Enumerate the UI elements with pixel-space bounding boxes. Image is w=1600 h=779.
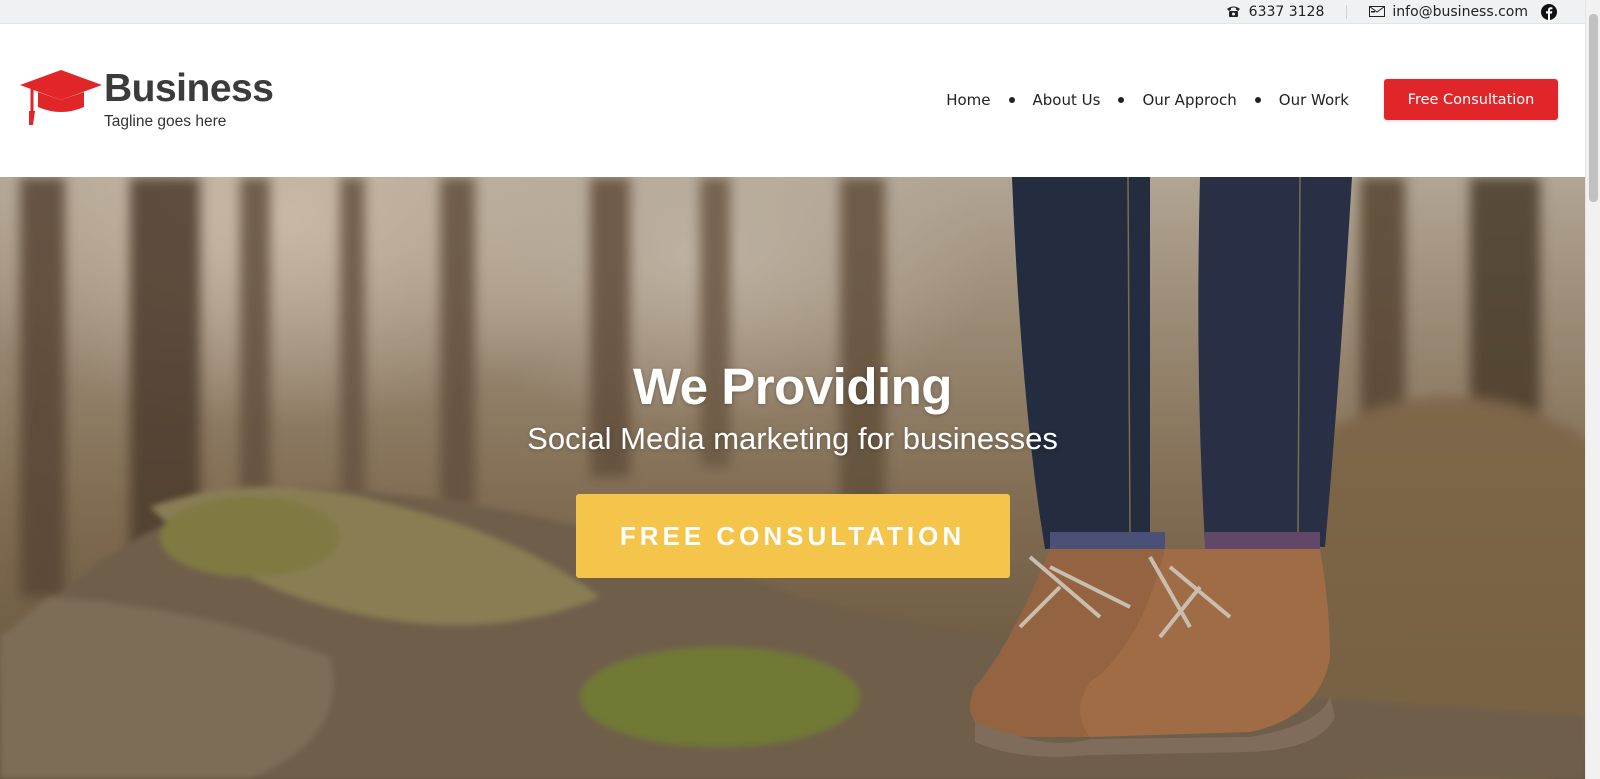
facebook-icon[interactable] <box>1541 3 1557 20</box>
hero-subtitle: Social Media marketing for businesses <box>527 421 1058 456</box>
divider <box>1346 4 1348 19</box>
email-contact[interactable]: info@business.com <box>1369 3 1557 20</box>
brand-name: Business <box>104 67 274 110</box>
email-address: info@business.com <box>1392 3 1528 20</box>
hero-title: We Providing <box>633 358 952 415</box>
hero-banner: We Providing Social Media marketing for … <box>0 177 1585 779</box>
nav-our-work[interactable]: Our Work <box>1279 91 1349 109</box>
nav-separator-dot <box>1254 96 1261 103</box>
nav-about-us[interactable]: About Us <box>1033 91 1101 109</box>
scrollbar-thumb[interactable] <box>1589 14 1598 202</box>
phone-number: 6337 3128 <box>1248 3 1325 20</box>
phone-contact[interactable]: 6337 3128 <box>1226 3 1325 20</box>
free-consultation-button[interactable]: Free Consultation <box>1384 79 1558 120</box>
brand-tagline: Tagline goes here <box>104 113 227 130</box>
site-header: Business Tagline goes here Home About Us… <box>0 24 1585 177</box>
page-scrollbar[interactable] <box>1585 0 1600 779</box>
top-info-bar: 6337 3128 info@business.com <box>0 0 1585 24</box>
site-logo[interactable]: Business Tagline goes here <box>20 67 274 131</box>
nav-home[interactable]: Home <box>946 91 990 109</box>
phone-icon <box>1226 4 1242 20</box>
graduation-cap-icon <box>20 69 102 129</box>
nav-separator-dot <box>1008 96 1015 103</box>
envelope-icon <box>1369 4 1386 20</box>
nav-separator-dot <box>1118 96 1125 103</box>
hero-free-consultation-button[interactable]: FREE CONSULTATION <box>575 494 1010 578</box>
nav-our-approch[interactable]: Our Approch <box>1142 91 1236 109</box>
main-nav: Home About Us Our Approch Our Work Free … <box>946 79 1558 120</box>
hero-content: We Providing Social Media marketing for … <box>0 357 1585 578</box>
